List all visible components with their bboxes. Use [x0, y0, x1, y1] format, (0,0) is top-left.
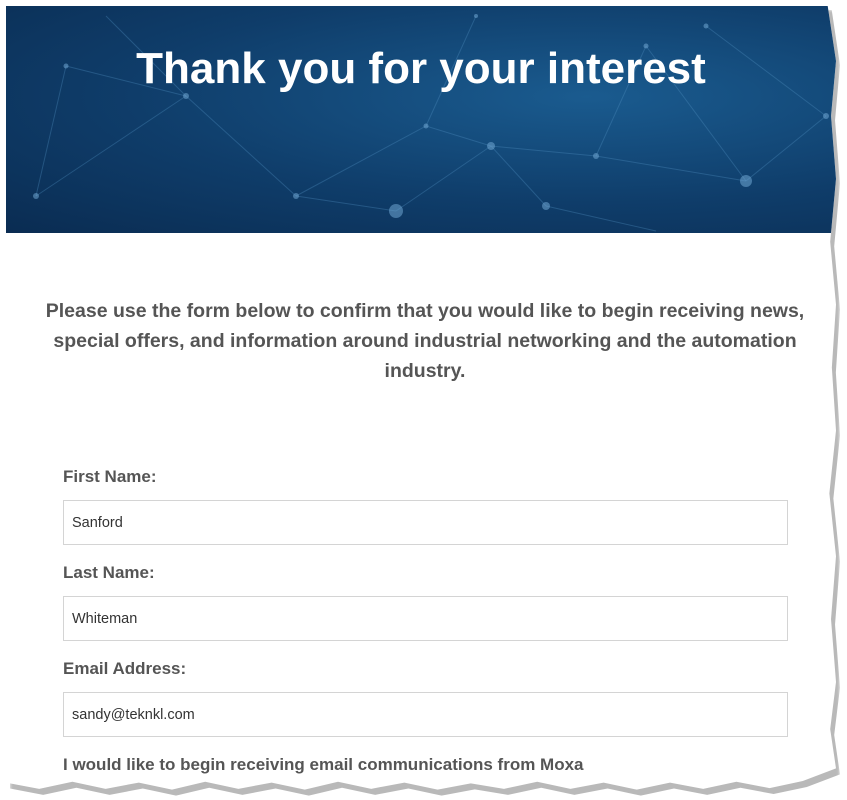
network-background-graphic	[33, 14, 829, 232]
last-name-label: Last Name:	[63, 563, 155, 582]
first-name-label: First Name:	[63, 467, 157, 486]
intro-text: Please use the form below to confirm tha…	[45, 300, 805, 382]
first-name-input[interactable]	[63, 500, 788, 545]
last-name-input[interactable]	[63, 596, 788, 641]
email-input[interactable]	[63, 692, 788, 737]
page-title: Thank you for your interest	[136, 44, 706, 93]
hero-banner: Thank you for your interest	[6, 6, 836, 233]
email-label: Email Address:	[63, 659, 187, 678]
landing-page: Thank you for your interest Please use t…	[6, 6, 836, 790]
email-optin-label: I would like to begin receiving email co…	[63, 755, 584, 774]
